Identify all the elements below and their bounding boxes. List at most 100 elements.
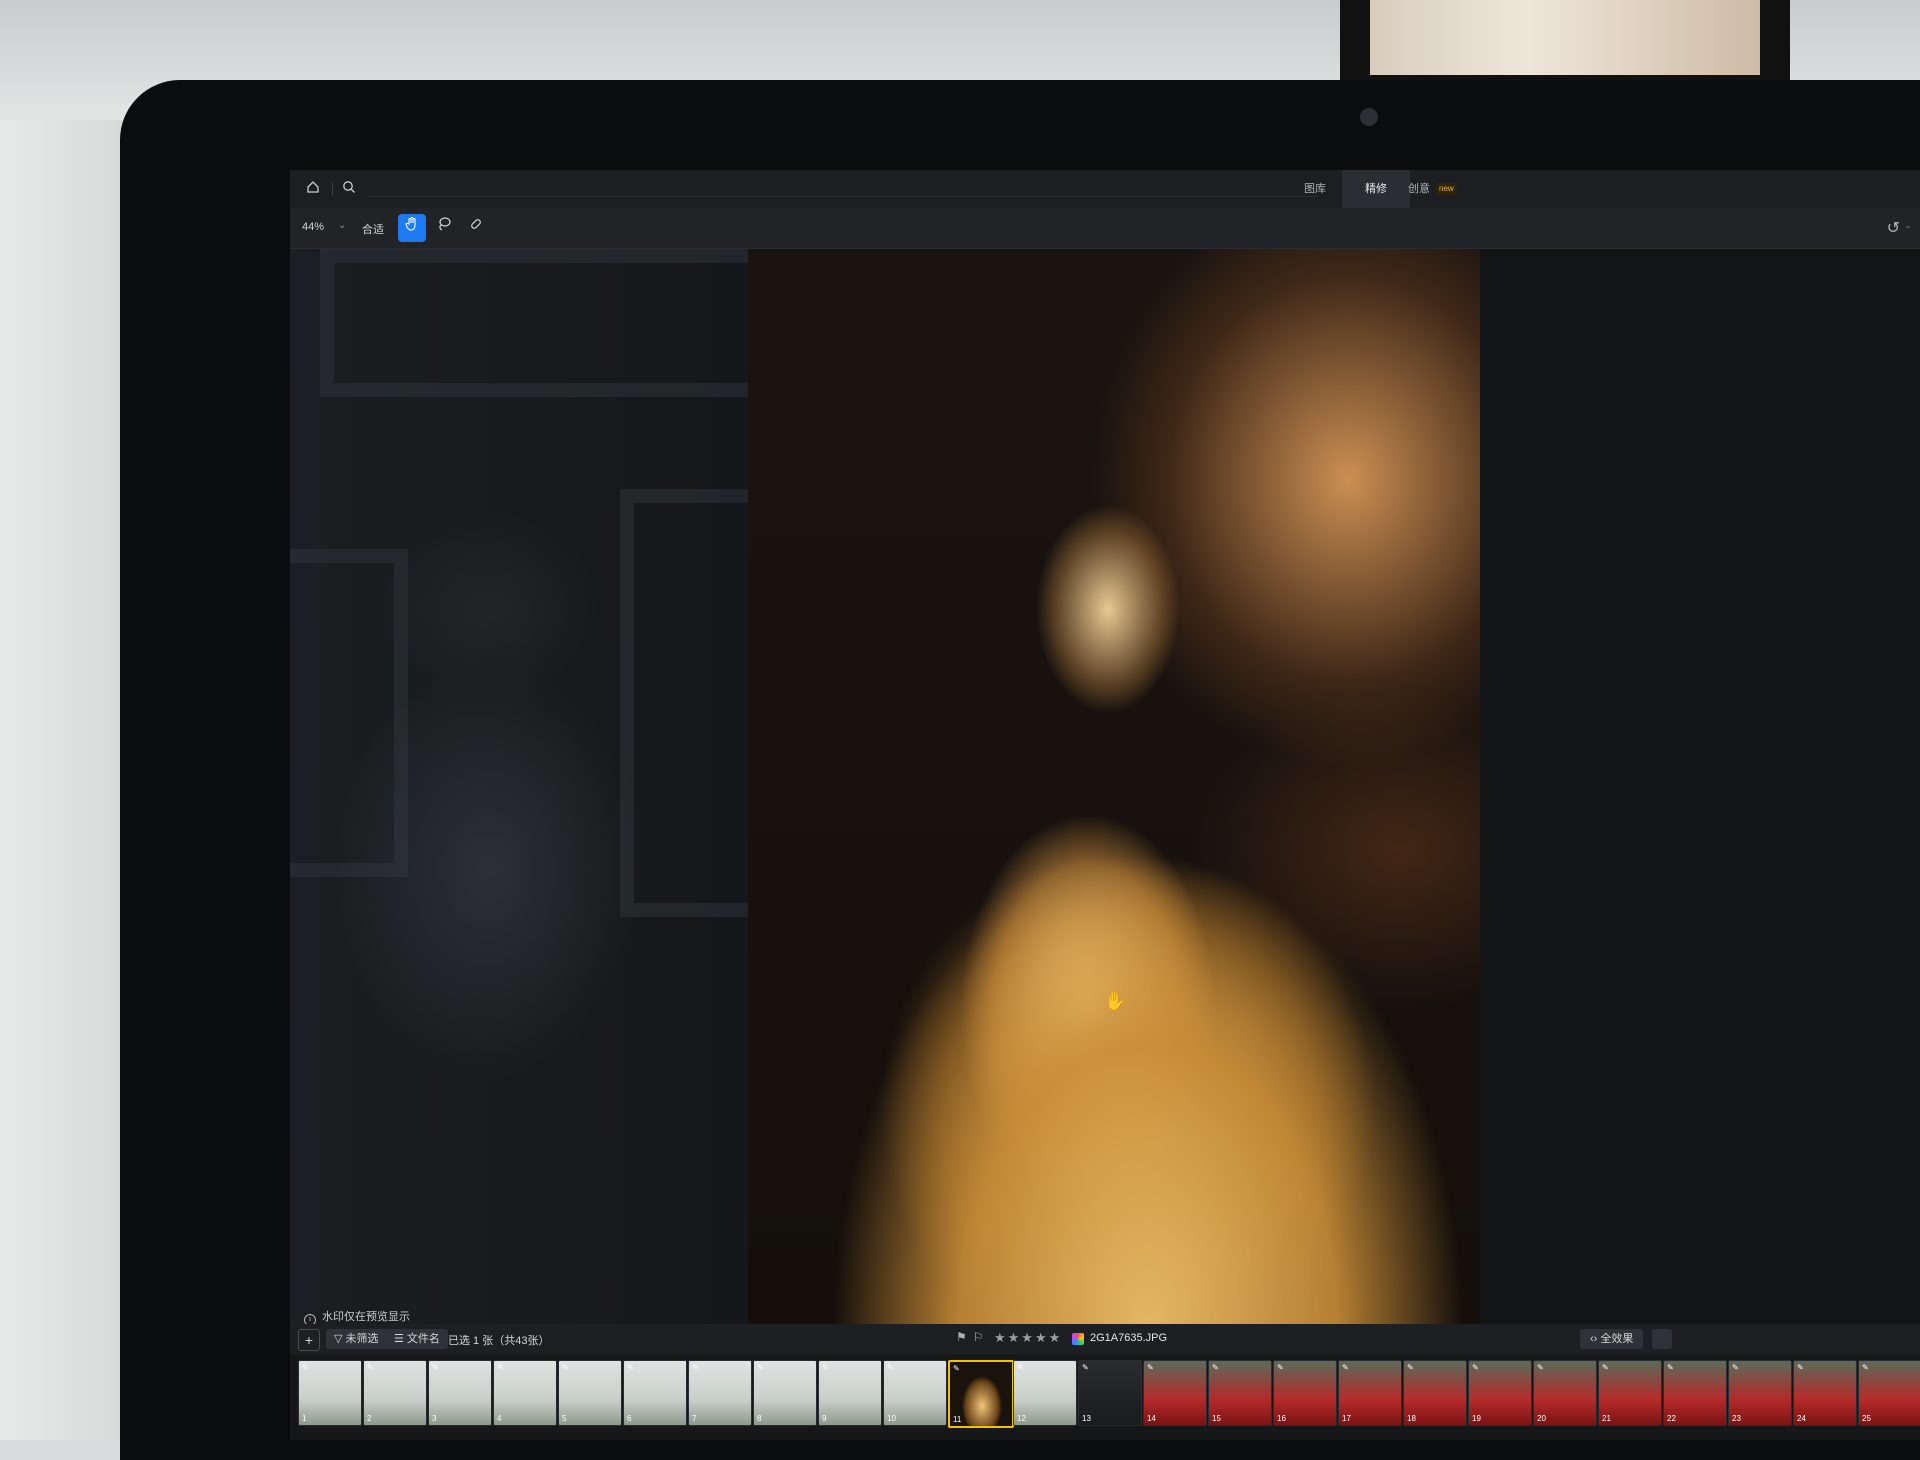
filmstrip-thumbnail[interactable]: ✎ 13 <box>1078 1360 1142 1426</box>
thumbnail-number: 4 <box>497 1414 502 1423</box>
search-icon[interactable] <box>340 180 358 198</box>
thumbnail-number: 23 <box>1732 1414 1741 1423</box>
tab-library[interactable]: 图库 <box>1290 170 1340 208</box>
filmstrip-thumbnail[interactable]: ✎ 5 <box>558 1360 622 1426</box>
chevron-down-icon[interactable]: ⌄ <box>338 220 346 231</box>
edit-icon: ✎ <box>1667 1363 1674 1372</box>
filmstrip-thumbnail[interactable]: ✎ 8 <box>753 1360 817 1426</box>
thumbnail-number: 20 <box>1537 1414 1546 1423</box>
filmstrip-thumbnail[interactable]: ✎ 3 <box>428 1360 492 1426</box>
filmstrip-thumbnail[interactable]: ✎ 15 <box>1208 1360 1272 1426</box>
full-effect-button[interactable]: ‹› 全效果 <box>1580 1329 1644 1349</box>
thumbnail-number: 12 <box>1017 1414 1026 1423</box>
sort-button[interactable]: ☰ 文件名 <box>386 1329 448 1349</box>
lasso-tool-icon[interactable] <box>430 214 458 242</box>
thumbnail-number: 22 <box>1667 1414 1676 1423</box>
star-rating[interactable]: ★★★★★ <box>994 1330 1062 1346</box>
filmstrip-thumbnail[interactable]: ✎ 19 <box>1468 1360 1532 1426</box>
thumbnail-number: 2 <box>367 1414 372 1423</box>
edit-icon: ✎ <box>953 1364 960 1373</box>
selection-count: 已选 1 张（共43张） <box>448 1335 550 1347</box>
filmstrip-thumbnail[interactable]: ✎ 10 <box>883 1360 947 1426</box>
edit-icon: ✎ <box>1342 1363 1349 1372</box>
edit-icon: ✎ <box>562 1363 569 1372</box>
new-badge: new <box>1436 183 1457 196</box>
fit-button[interactable]: 合适 <box>362 221 384 237</box>
filmstrip-thumbnail[interactable]: ✎ 1 <box>298 1360 362 1426</box>
flag-icons[interactable]: ⚑⚐ <box>956 1330 990 1344</box>
filmstrip-thumbnail[interactable]: ✎ 7 <box>688 1360 752 1426</box>
filter-label: 未筛选 <box>345 1333 379 1345</box>
edit-icon: ✎ <box>1537 1363 1544 1372</box>
filmstrip-thumbnail[interactable]: ✎ 4 <box>493 1360 557 1426</box>
tab-creative[interactable]: 创意 new <box>1394 170 1471 208</box>
edit-icon: ✎ <box>627 1363 634 1372</box>
healing-tool-icon[interactable] <box>462 214 490 242</box>
divider <box>332 182 333 196</box>
thumbnail-number: 3 <box>432 1414 437 1423</box>
filmstrip-thumbnail[interactable]: ✎ 25 <box>1858 1360 1920 1426</box>
thumbnail-number: 7 <box>692 1414 697 1423</box>
filmstrip-thumbnail[interactable]: ✎ 20 <box>1533 1360 1597 1426</box>
thumbnail-number: 17 <box>1342 1414 1351 1423</box>
edit-icon: ✎ <box>367 1363 374 1372</box>
photo-subject <box>748 704 1480 1324</box>
compare-icon: ‹› <box>1590 1333 1601 1345</box>
thumbnail-number: 13 <box>1082 1414 1091 1423</box>
edit-icon: ✎ <box>1797 1363 1804 1372</box>
filter-button[interactable]: ▽ 未筛选 <box>326 1329 387 1349</box>
filmstrip-thumbnail[interactable]: ✎ 17 <box>1338 1360 1402 1426</box>
sort-icon: ☰ <box>394 1333 407 1345</box>
search-input[interactable] <box>368 196 1318 197</box>
edit-icon: ✎ <box>1017 1363 1024 1372</box>
thumbnail-number: 8 <box>757 1414 762 1423</box>
filter-icon: ▽ <box>334 1333 346 1345</box>
edit-icon: ✎ <box>887 1363 894 1372</box>
filmstrip-thumbnail[interactable]: ✎ 24 <box>1793 1360 1857 1426</box>
thumbnail-number: 5 <box>562 1414 567 1423</box>
edit-icon: ✎ <box>1082 1363 1089 1372</box>
edit-icon: ✎ <box>302 1363 309 1372</box>
preview-photo[interactable] <box>748 249 1480 1324</box>
current-filename: 2G1A7635.JPG <box>1090 1332 1168 1344</box>
image-canvas[interactable]: ✋ <box>290 249 1920 1324</box>
edit-icon: ✎ <box>822 1363 829 1372</box>
hand-tool-icon[interactable] <box>398 214 426 242</box>
filmstrip-thumbnail[interactable]: ✎ 18 <box>1403 1360 1467 1426</box>
thumbnail-number: 14 <box>1147 1414 1156 1423</box>
edit-icon: ✎ <box>1212 1363 1219 1372</box>
watermark-note-text: 水印仅在预览显示 <box>322 1311 410 1323</box>
thumbnail-number: 24 <box>1797 1414 1806 1423</box>
edit-icon: ✎ <box>757 1363 764 1372</box>
filmstrip-thumbnail[interactable]: ✎ 9 <box>818 1360 882 1426</box>
bottom-bar: + ▽ 未筛选 ☰ 文件名 已选 1 张（共43张） ⚑⚐ ★★★★★ 2G1A… <box>290 1324 1920 1354</box>
filmstrip-thumbnail[interactable]: ✎ 22 <box>1663 1360 1727 1426</box>
filmstrip-thumbnail[interactable]: ✎ 16 <box>1273 1360 1337 1426</box>
filmstrip-thumbnail[interactable]: ✎ 14 <box>1143 1360 1207 1426</box>
tab-creative-label: 创意 <box>1408 183 1430 195</box>
filmstrip-thumbnail[interactable]: ✎ 21 <box>1598 1360 1662 1426</box>
undo-icon[interactable]: ↺ <box>1887 218 1900 238</box>
app-window: 图库 精修 创意 new 44% ⌄ 合适 ↺ ⌄ ✋ i 水印仅在预览显示 +… <box>290 170 1920 1440</box>
filmstrip-thumbnail[interactable]: ✎ 23 <box>1728 1360 1792 1426</box>
thumbnail-number: 18 <box>1407 1414 1416 1423</box>
top-bar: 图库 精修 创意 new <box>290 170 1920 209</box>
edit-icon: ✎ <box>1147 1363 1154 1372</box>
color-label-icon[interactable] <box>1072 1333 1084 1345</box>
zoom-level[interactable]: 44% <box>302 221 324 233</box>
filmstrip-thumbnail[interactable]: ✎ 6 <box>623 1360 687 1426</box>
filmstrip-thumbnail[interactable]: ✎ 12 <box>1013 1360 1077 1426</box>
chevron-down-icon[interactable]: ⌄ <box>1904 220 1912 231</box>
reflection-frame <box>290 549 408 877</box>
thumbnail-number: 11 <box>953 1415 962 1424</box>
filmstrip-thumbnail[interactable]: ✎ 11 <box>948 1360 1014 1428</box>
add-button[interactable]: + <box>298 1329 320 1351</box>
panel-toggle-button[interactable] <box>1652 1329 1672 1349</box>
filmstrip-thumbnail[interactable]: ✎ 2 <box>363 1360 427 1426</box>
thumbnail-number: 1 <box>302 1414 307 1423</box>
thumbnail-number: 9 <box>822 1414 827 1423</box>
edit-icon: ✎ <box>692 1363 699 1372</box>
hand-cursor-icon: ✋ <box>1104 991 1127 1011</box>
home-icon[interactable] <box>304 180 322 198</box>
thumbnail-number: 25 <box>1862 1414 1871 1423</box>
